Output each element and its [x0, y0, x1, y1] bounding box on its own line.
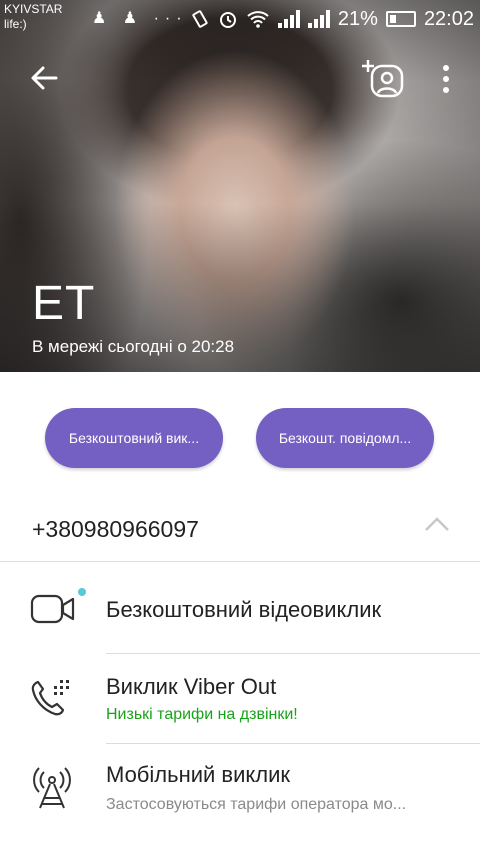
more-vertical-icon — [443, 65, 449, 93]
back-button[interactable] — [26, 60, 62, 96]
alarm-icon — [219, 12, 236, 28]
last-seen-status: В мережі сьогодні о 20:28 — [32, 337, 235, 356]
more-options-button[interactable] — [436, 62, 456, 98]
mobile-call-title: Мобільний виклик — [106, 762, 291, 787]
status-bar: KYIVSTAR life:) ♟ ♟ ··· 21% 22:02 — [0, 0, 480, 38]
wifi-icon — [247, 11, 269, 28]
chevron-up-icon[interactable] — [424, 516, 450, 532]
free-message-button[interactable]: Безкошт. повідомл... — [256, 408, 434, 468]
video-call-option[interactable]: Безкоштовний відеовиклик — [0, 562, 480, 654]
antenna-icon — [33, 767, 71, 809]
free-call-button[interactable]: Безкоштовний вик... — [45, 408, 223, 468]
notification-icons: ♟ ♟ ··· — [92, 10, 188, 27]
signal-icon — [277, 10, 300, 28]
viber-out-title: Виклик Viber Out — [106, 674, 277, 699]
battery-percent: 21% — [337, 7, 378, 30]
viber-out-subtitle: Низькі тарифи на дзвінки! — [106, 706, 298, 723]
viber-out-option[interactable]: Виклик Viber Out Низькі тарифи на дзвінк… — [0, 654, 480, 744]
video-camera-icon — [30, 594, 75, 624]
arrow-left-icon — [31, 66, 58, 90]
carrier-name-secondary: life:) — [4, 17, 27, 31]
add-contact-button[interactable] — [360, 58, 406, 102]
new-feature-dot — [78, 588, 86, 596]
phone-number: +380980966097 — [32, 516, 199, 542]
carrier-label: KYIVSTAR life:) — [4, 2, 62, 32]
phone-out-icon — [31, 680, 69, 716]
video-call-title: Безкоштовний відеовиклик — [106, 597, 382, 622]
phone-number-row[interactable]: +380980966097 — [0, 496, 480, 562]
vibrate-icon — [192, 10, 208, 28]
battery-icon — [385, 11, 416, 27]
clock: 22:02 — [423, 7, 474, 30]
status-icons: 21% 22:02 — [190, 6, 474, 32]
add-person-icon — [362, 60, 404, 98]
mobile-call-subtitle: Застосовуються тарифи оператора мо... — [106, 796, 407, 813]
mobile-call-option[interactable]: Мобільний виклик Застосовуються тарифи о… — [0, 744, 480, 854]
contact-name: ЕТ — [32, 277, 96, 330]
signal-icon-sim2 — [307, 10, 330, 28]
carrier-name: KYIVSTAR — [4, 2, 63, 16]
